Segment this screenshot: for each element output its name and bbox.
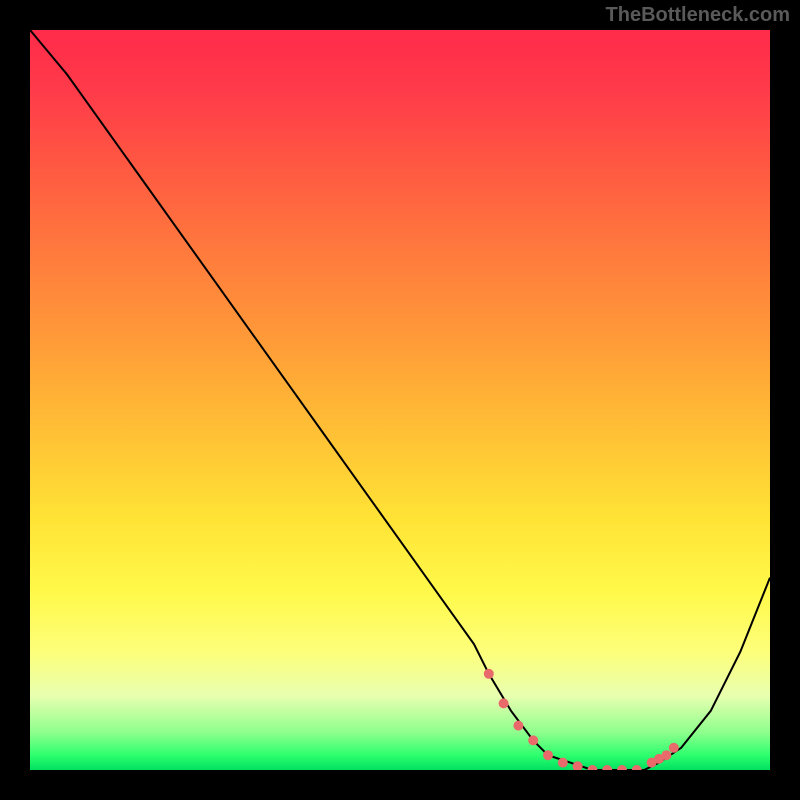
marker-dot	[573, 761, 583, 770]
marker-dot	[558, 758, 568, 768]
marker-dot	[587, 765, 597, 770]
marker-dot	[602, 765, 612, 770]
watermark-text: TheBottleneck.com	[606, 4, 790, 27]
flat-region-markers	[484, 669, 679, 770]
bottleneck-curve-path	[30, 30, 770, 770]
marker-dot	[499, 698, 509, 708]
marker-dot	[484, 669, 494, 679]
marker-dot	[528, 735, 538, 745]
marker-dot	[543, 750, 553, 760]
marker-dot	[661, 750, 671, 760]
marker-dot	[617, 765, 627, 770]
chart-svg	[30, 30, 770, 770]
plot-area	[30, 30, 770, 770]
marker-dot	[513, 721, 523, 731]
marker-dot	[632, 765, 642, 770]
marker-dot	[669, 743, 679, 753]
